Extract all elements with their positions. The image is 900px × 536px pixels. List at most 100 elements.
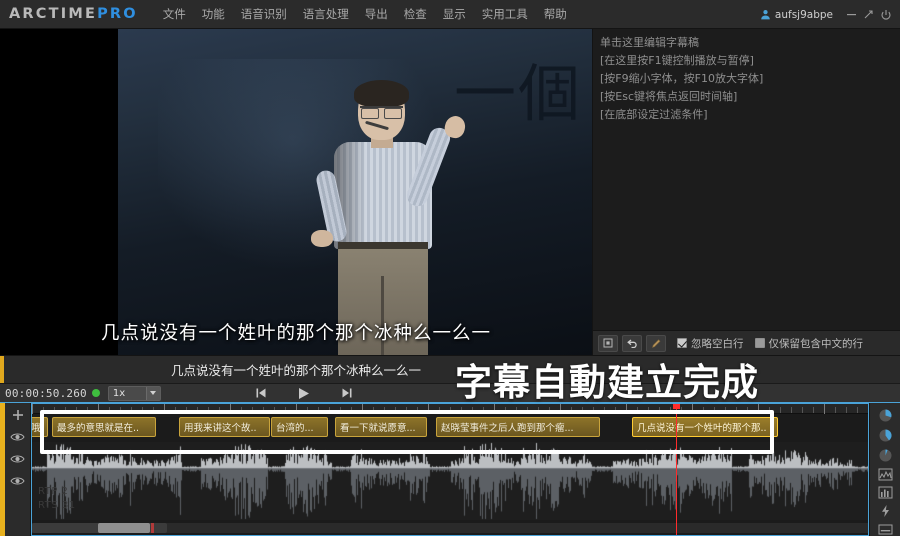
subtitle-cue-1[interactable]: 最多的意思就是在.. bbox=[52, 417, 156, 437]
close-power-button[interactable] bbox=[877, 5, 894, 25]
menu-item-language-processing[interactable]: 语言处理 bbox=[295, 1, 357, 27]
script-line: [在这里按F1键控制播放与暂停] bbox=[600, 54, 754, 67]
ignore-blank-lines-option[interactable]: 忽略空白行 bbox=[677, 336, 744, 351]
add-track-button[interactable] bbox=[9, 407, 27, 422]
subtitle-cue-0[interactable]: 哦 bbox=[32, 417, 48, 437]
script-line: [按Esc键将焦点返回时间轴] bbox=[600, 90, 738, 103]
menu-item-function[interactable]: 功能 bbox=[194, 1, 233, 27]
ruler-tick bbox=[340, 407, 341, 413]
prev-frame-button[interactable] bbox=[255, 387, 267, 399]
script-editor-panel[interactable]: 单击这里编辑字幕稿 [在这里按F1键控制播放与暂停] [按F9缩小字体，按F10… bbox=[592, 29, 900, 355]
script-text-area[interactable]: 单击这里编辑字幕稿 [在这里按F1键控制播放与暂停] [按F9缩小字体，按F10… bbox=[593, 29, 900, 330]
menu-item-export[interactable]: 导出 bbox=[357, 1, 396, 27]
playhead[interactable] bbox=[673, 404, 680, 535]
panel-toggle-button[interactable] bbox=[875, 523, 895, 536]
ruler-tick bbox=[846, 407, 847, 413]
glasses-icon bbox=[360, 106, 403, 119]
ignore-blank-lines-checkbox[interactable] bbox=[677, 338, 687, 348]
ruler-tick bbox=[439, 407, 440, 413]
subtitle-cue-2[interactable]: 用我来讲这个故.. bbox=[179, 417, 270, 437]
eye-toggle-1[interactable] bbox=[9, 429, 27, 444]
maximize-button[interactable] bbox=[860, 5, 877, 25]
figure-belt bbox=[338, 242, 428, 249]
subtitle-cue-3[interactable]: 台湾的... bbox=[271, 417, 328, 437]
pie-tool-3[interactable] bbox=[875, 448, 895, 463]
audio-waveform-track[interactable]: RTP 2 RTS 31 bbox=[32, 442, 868, 520]
video-burned-subtitle: 几点说没有一个姓叶的那个那个冰种么一么一 bbox=[100, 323, 491, 344]
pie-icon bbox=[879, 449, 891, 462]
chevron-down-icon[interactable] bbox=[145, 386, 160, 400]
subtitle-track[interactable]: 哦最多的意思就是在.. 用我来讲这个故.. 台湾的... 看一下就说愿意... 赵晓莹事… bbox=[32, 415, 868, 440]
ruler-tick bbox=[98, 404, 99, 414]
ruler-tick bbox=[153, 407, 154, 413]
minimize-button[interactable] bbox=[843, 5, 860, 25]
waveform-icon bbox=[878, 468, 892, 481]
play-button[interactable] bbox=[297, 387, 311, 400]
undo-icon[interactable] bbox=[622, 334, 642, 352]
ruler-tick bbox=[120, 407, 121, 413]
transport-bar: 00:00:50.260 1x bbox=[0, 383, 900, 403]
ruler-tick bbox=[714, 407, 715, 413]
menu-item-check[interactable]: 检查 bbox=[396, 1, 435, 27]
ruler-tick bbox=[505, 407, 506, 413]
ruler-tick bbox=[824, 404, 825, 414]
eye-icon bbox=[10, 477, 25, 484]
ruler-tick bbox=[637, 407, 638, 413]
ruler-tick bbox=[571, 407, 572, 413]
timeline-panel: 哦最多的意思就是在.. 用我来讲这个故.. 台湾的... 看一下就说愿意... 赵晓莹事… bbox=[0, 403, 900, 536]
menu-item-file[interactable]: 文件 bbox=[155, 1, 194, 27]
timeline-horizontal-scrollbar[interactable] bbox=[32, 523, 868, 533]
video-preview[interactable]: 一個 几点说没有一个姓叶的那个那个冰种么一么一 bbox=[0, 29, 592, 355]
menu-item-speech-recognition[interactable]: 语音识别 bbox=[233, 1, 295, 27]
eye-toggle-3[interactable] bbox=[9, 473, 27, 488]
spectrum-view-button[interactable] bbox=[875, 486, 895, 499]
ruler-tick bbox=[802, 407, 803, 413]
ruler-tick bbox=[549, 407, 550, 413]
scrollbar-marker bbox=[151, 523, 154, 533]
menu-item-utilities[interactable]: 实用工具 bbox=[474, 1, 536, 27]
ruler-tick bbox=[659, 407, 660, 413]
speaker-figure bbox=[286, 80, 496, 355]
chinese-only-checkbox[interactable] bbox=[754, 338, 765, 348]
insert-icon[interactable] bbox=[598, 334, 618, 352]
auto-detect-button[interactable] bbox=[875, 504, 895, 518]
playback-controls bbox=[255, 387, 353, 400]
ruler-tick bbox=[351, 407, 352, 413]
waveform-view-button[interactable] bbox=[875, 468, 895, 481]
ruler-tick bbox=[736, 407, 737, 413]
subtitle-cue-6[interactable]: 几点说没有一个姓叶的那个那.. bbox=[632, 417, 778, 437]
video-frame: 一個 bbox=[118, 29, 592, 355]
timeline-right-rail bbox=[869, 403, 900, 536]
subtitle-cue-5[interactable]: 赵晓莹事件之后人跑到那个瘤... bbox=[436, 417, 600, 437]
timeline-left-rail bbox=[5, 403, 31, 536]
ruler-tick bbox=[32, 404, 33, 414]
eye-icon bbox=[10, 433, 25, 440]
chinese-only-option[interactable]: 仅保留包含中文的行 bbox=[754, 336, 863, 351]
pencil-icon[interactable] bbox=[646, 334, 666, 352]
ruler-tick bbox=[296, 404, 297, 414]
ruler-tick bbox=[472, 407, 473, 413]
menu-item-help[interactable]: 帮助 bbox=[536, 1, 575, 27]
timeline-canvas[interactable]: 哦最多的意思就是在.. 用我来讲这个故.. 台湾的... 看一下就说愿意... 赵晓莹事… bbox=[31, 403, 869, 536]
current-subtitle-strip: 几点说没有一个姓叶的那个那个冰种么一么一 bbox=[0, 355, 900, 384]
ruler-tick bbox=[769, 407, 770, 413]
script-line: [按F9缩小字体，按F10放大字体] bbox=[600, 72, 764, 85]
timecode-display: 00:00:50.260 bbox=[5, 386, 87, 400]
pie-tool-2[interactable] bbox=[875, 428, 895, 443]
menu-item-display[interactable]: 显示 bbox=[435, 1, 474, 27]
user-account[interactable]: aufsj9abpe bbox=[760, 9, 833, 21]
playback-speed-select[interactable]: 1x bbox=[107, 385, 161, 401]
ruler-tick bbox=[582, 407, 583, 413]
pie-tool-1[interactable] bbox=[875, 408, 895, 423]
ruler-tick bbox=[703, 407, 704, 413]
scrollbar-thumb[interactable] bbox=[98, 523, 150, 533]
ruler-tick bbox=[747, 407, 748, 413]
menu-bar: 文件 功能 语音识别 语言处理 导出 检查 显示 实用工具 帮助 bbox=[155, 1, 575, 27]
eye-toggle-2[interactable] bbox=[9, 451, 27, 466]
ruler-tick bbox=[835, 407, 836, 413]
ruler-tick bbox=[87, 407, 88, 413]
power-icon bbox=[880, 9, 891, 20]
next-frame-button[interactable] bbox=[341, 387, 353, 399]
ruler-tick bbox=[373, 407, 374, 413]
subtitle-cue-4[interactable]: 看一下就说愿意... bbox=[335, 417, 427, 437]
